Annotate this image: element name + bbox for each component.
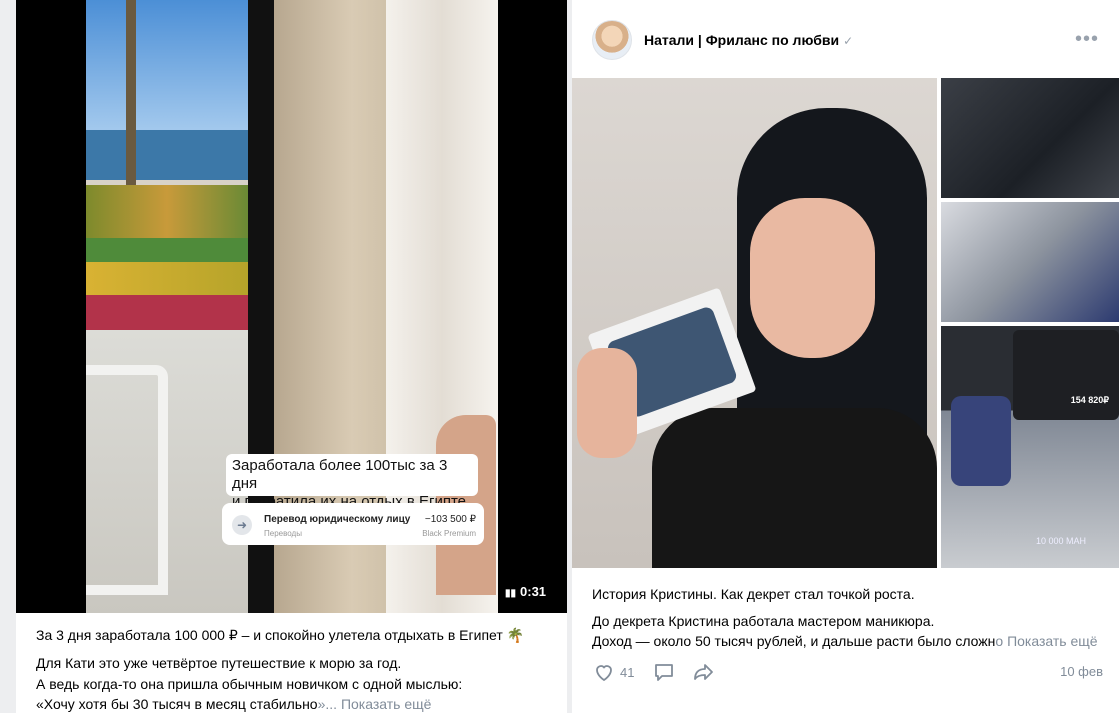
share-button[interactable] [692, 660, 716, 684]
post-text-line: А ведь когда-то она пришла обычным нович… [36, 676, 463, 692]
video-duration: ▮▮ 0:31 [505, 584, 546, 599]
share-icon [694, 664, 713, 680]
post-text-line-last: Доход — около 50 тысяч рублей, и дальше … [592, 631, 1098, 651]
post-text-line: История Кристины. Как декрет стал точкой… [592, 586, 915, 602]
more-options-icon[interactable]: ••• [1075, 28, 1099, 51]
show-more-link[interactable]: Показать ещё [1007, 633, 1098, 649]
like-count: 41 [620, 665, 635, 680]
order-screenshot: 154 820₽ [1013, 330, 1119, 420]
post-text-fragment: Доход — около 50 тысяч рублей, и дальше … [592, 633, 996, 649]
verified-icon: ✓ [843, 34, 854, 48]
caption-line-1: Заработала более 100тыс за 3 дня [232, 457, 448, 492]
gallery-thumb-2[interactable] [941, 202, 1119, 322]
post-text-line-last: «Хочу хотя бы 30 тысяч в месяц стабильно… [36, 694, 431, 713]
author-name[interactable]: Натали | Фриланс по любви [644, 32, 839, 48]
terrace-chair [86, 365, 168, 595]
left-post-card: Заработала более 100тыс за 3 дня и потра… [16, 0, 567, 713]
author-avatar[interactable] [592, 20, 632, 60]
transfer-arrow-icon: ➜ [232, 515, 252, 535]
post-text-fade: о [995, 633, 1004, 649]
post-video[interactable]: Заработала более 100тыс за 3 дня и потра… [16, 0, 567, 613]
transfer-amount: −103 500 ₽ [424, 514, 476, 525]
transfer-subtitle: Переводы [264, 529, 302, 538]
sea [86, 130, 248, 180]
garden-flowers [86, 295, 248, 330]
post-text-line: Для Кати это уже четвёртое путешествие к… [36, 655, 402, 671]
garden-flowerbed [86, 262, 248, 297]
heart-icon [596, 665, 612, 682]
palm-tree [126, 0, 136, 190]
photo-hand [577, 348, 637, 458]
comment-icon [655, 664, 673, 681]
transfer-card: Black Premium [422, 529, 476, 538]
post-date[interactable]: 10 фев [1060, 664, 1103, 679]
transfer-notification: ➜ Перевод юридическому лицу Переводы −10… [222, 503, 484, 545]
comment-button[interactable] [652, 660, 676, 684]
sky [86, 0, 248, 140]
transfer-title: Перевод юридическому лицу [264, 514, 411, 525]
like-button[interactable]: 41 [592, 660, 634, 684]
video-caption: Заработала более 100тыс за 3 дня и потра… [226, 454, 478, 510]
right-post-card: Натали | Фриланс по любви ✓ ••• 154 820₽ … [572, 0, 1119, 713]
post-text-line: До декрета Кристина работала мастером ма… [592, 613, 935, 629]
iphone-thumb [951, 396, 1011, 486]
post-text-fade: »... [317, 696, 338, 712]
photo-face [750, 198, 875, 358]
post-text-line: За 3 дня заработала 100 000 ₽ – и спокой… [36, 627, 525, 643]
gallery-photo-main[interactable] [572, 78, 937, 568]
show-more-link[interactable]: Показать ещё [341, 696, 432, 712]
duration-text: 0:31 [520, 584, 547, 599]
views-bars-icon: ▮▮ [505, 588, 517, 599]
author-name-row[interactable]: Натали | Фриланс по любви ✓ [644, 32, 853, 48]
garden-hedge [86, 185, 248, 240]
gallery-thumb-1[interactable] [941, 78, 1119, 198]
photo-gallery: 154 820₽ 10 000 MAH [572, 78, 1119, 568]
powerbank-label: 10 000 MAH [1036, 536, 1087, 546]
photo-shirt [652, 408, 937, 568]
gallery-thumb-3[interactable]: 154 820₽ 10 000 MAH [941, 326, 1119, 568]
post-text-fragment: «Хочу хотя бы 30 тысяч в месяц стабильно [36, 696, 318, 712]
order-price: 154 820₽ [1070, 395, 1109, 405]
